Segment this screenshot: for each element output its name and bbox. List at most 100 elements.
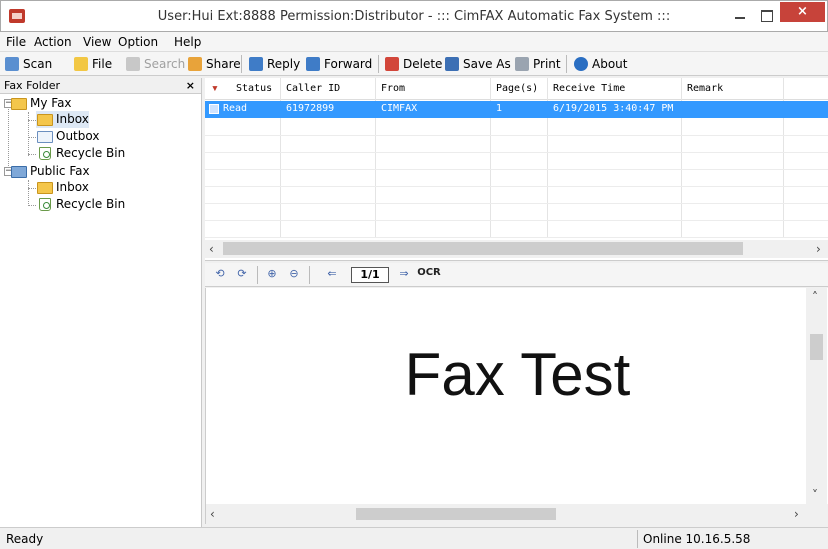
connection-status: Online 10.16.5.58 bbox=[643, 532, 751, 546]
menu-file[interactable]: File bbox=[6, 35, 26, 49]
share-button[interactable]: Share bbox=[186, 54, 241, 74]
fax-image-viewer: Fax Test ˄ ˅ ‹ › bbox=[205, 288, 828, 524]
viewer-horizontal-scrollbar[interactable]: ‹ › bbox=[206, 504, 828, 524]
scroll-left-arrow[interactable]: ‹ bbox=[209, 242, 214, 256]
forward-icon bbox=[306, 57, 320, 71]
page-indicator[interactable]: 1/1 bbox=[351, 267, 389, 283]
zoom-in-icon[interactable]: ⊕ bbox=[263, 267, 281, 283]
col-pages[interactable]: Page(s) bbox=[496, 83, 538, 94]
tree-connector bbox=[28, 137, 36, 138]
col-status[interactable]: Status bbox=[236, 83, 272, 94]
flag-icon: ▾ bbox=[211, 81, 219, 96]
file-icon bbox=[74, 57, 88, 71]
previous-page-icon[interactable]: ⇐ bbox=[323, 267, 341, 283]
printer-icon bbox=[515, 57, 529, 71]
rotate-left-icon[interactable]: ⟲ bbox=[211, 267, 229, 283]
title-bar: User:Hui Ext:8888 Permission:Distributor… bbox=[0, 0, 828, 32]
save-as-button[interactable]: Save As bbox=[443, 54, 511, 74]
toolbar-divider bbox=[378, 55, 379, 73]
menu-help[interactable]: Help bbox=[174, 35, 201, 49]
tree-my-fax[interactable]: My Fax bbox=[10, 95, 72, 112]
toolbar-divider bbox=[309, 266, 310, 284]
tree-outbox[interactable]: Outbox bbox=[36, 128, 99, 145]
panel-close-button[interactable]: × bbox=[186, 78, 195, 93]
tree-connector bbox=[28, 188, 36, 189]
tree-connector bbox=[28, 180, 29, 206]
next-page-icon[interactable]: ⇒ bbox=[395, 267, 413, 283]
tree-recycle-bin[interactable]: Recycle Bin bbox=[36, 145, 125, 162]
zoom-out-icon[interactable]: ⊖ bbox=[285, 267, 303, 283]
file-button[interactable]: File bbox=[72, 54, 112, 74]
rotate-right-icon[interactable]: ⟳ bbox=[233, 267, 251, 283]
menu-action[interactable]: Action bbox=[34, 35, 72, 49]
scroll-up-arrow[interactable]: ˄ bbox=[812, 290, 818, 304]
fax-list: ▾ Status Caller ID From Page(s) Receive … bbox=[205, 78, 828, 261]
inbox-folder-icon bbox=[37, 182, 53, 194]
menu-option[interactable]: Option bbox=[118, 35, 158, 49]
row-divider bbox=[205, 203, 828, 204]
status-bar: Ready Online 10.16.5.58 bbox=[0, 527, 828, 549]
viewer-toolbar: ⟲ ⟳ ⊕ ⊖ ⇐ 1/1 ⇒ OCR bbox=[205, 263, 828, 287]
status-text: Ready bbox=[6, 532, 44, 546]
list-horizontal-scrollbar[interactable]: ‹ › bbox=[205, 240, 828, 258]
row-divider bbox=[205, 152, 828, 153]
outbox-folder-icon bbox=[37, 131, 53, 143]
info-icon bbox=[574, 57, 588, 71]
fax-page-content: Fax Test bbox=[404, 341, 631, 408]
minimize-button[interactable] bbox=[727, 5, 753, 25]
menu-view[interactable]: View bbox=[83, 35, 111, 49]
scroll-right-arrow[interactable]: › bbox=[794, 507, 799, 521]
forward-button[interactable]: Forward bbox=[304, 54, 372, 74]
col-from[interactable]: From bbox=[381, 83, 405, 94]
tree-connector bbox=[28, 120, 36, 121]
viewer-vertical-scrollbar[interactable]: ˄ ˅ bbox=[806, 288, 827, 504]
cell-pages: 1 bbox=[496, 103, 503, 114]
close-button[interactable]: × bbox=[780, 2, 825, 22]
reply-button[interactable]: Reply bbox=[247, 54, 300, 74]
scan-button[interactable]: Scan bbox=[3, 54, 52, 74]
tree-connector bbox=[28, 112, 29, 156]
maximize-button[interactable] bbox=[753, 5, 779, 25]
row-divider bbox=[205, 186, 828, 187]
scroll-left-arrow[interactable]: ‹ bbox=[210, 507, 215, 521]
folder-panel-header: Fax Folder × bbox=[0, 78, 201, 94]
tree-public-inbox[interactable]: Inbox bbox=[36, 179, 89, 196]
tree-public-fax[interactable]: Public Fax bbox=[10, 163, 90, 180]
table-row[interactable]: Read 61972899 CIMFAX 1 6/19/2015 3:40:47… bbox=[205, 101, 828, 118]
toolbar-divider bbox=[241, 55, 242, 73]
about-button[interactable]: About bbox=[572, 54, 627, 74]
toolbar-divider bbox=[257, 266, 258, 284]
scan-icon bbox=[5, 57, 19, 71]
search-button[interactable]: Search bbox=[124, 54, 185, 74]
col-remark[interactable]: Remark bbox=[687, 83, 723, 94]
main-toolbar: Scan File Search Share Reply Forward Del… bbox=[0, 52, 828, 76]
col-caller-id[interactable]: Caller ID bbox=[286, 83, 340, 94]
reply-icon bbox=[249, 57, 263, 71]
tree-public-recycle-bin[interactable]: Recycle Bin bbox=[36, 196, 125, 213]
row-divider bbox=[205, 135, 828, 136]
scrollbar-thumb[interactable] bbox=[810, 334, 823, 360]
scroll-down-arrow[interactable]: ˅ bbox=[812, 488, 818, 502]
toolbar-divider bbox=[566, 55, 567, 73]
tree-connector bbox=[8, 104, 9, 172]
ocr-button[interactable]: OCR bbox=[417, 267, 441, 283]
tree-inbox[interactable]: Inbox bbox=[36, 111, 89, 128]
scroll-right-arrow[interactable]: › bbox=[816, 242, 821, 256]
row-divider bbox=[205, 220, 828, 221]
cell-status: Read bbox=[223, 103, 248, 114]
scrollbar-thumb[interactable] bbox=[223, 242, 743, 255]
print-button[interactable]: Print bbox=[513, 54, 561, 74]
col-receive-time[interactable]: Receive Time bbox=[553, 83, 625, 94]
read-status-icon bbox=[209, 104, 219, 114]
public-folder-icon bbox=[11, 166, 27, 178]
fax-list-header: ▾ Status Caller ID From Page(s) Receive … bbox=[205, 78, 828, 100]
search-icon bbox=[126, 57, 140, 71]
scrollbar-thumb[interactable] bbox=[356, 508, 556, 520]
save-icon bbox=[445, 57, 459, 71]
cell-caller-id: 61972899 bbox=[286, 103, 335, 114]
cell-receive-time: 6/19/2015 3:40:47 PM bbox=[553, 103, 674, 114]
menu-bar: File Action View Option Help bbox=[0, 32, 828, 52]
delete-button[interactable]: Delete bbox=[383, 54, 442, 74]
window-title: User:Hui Ext:8888 Permission:Distributor… bbox=[157, 9, 671, 24]
inbox-folder-icon bbox=[37, 114, 53, 126]
